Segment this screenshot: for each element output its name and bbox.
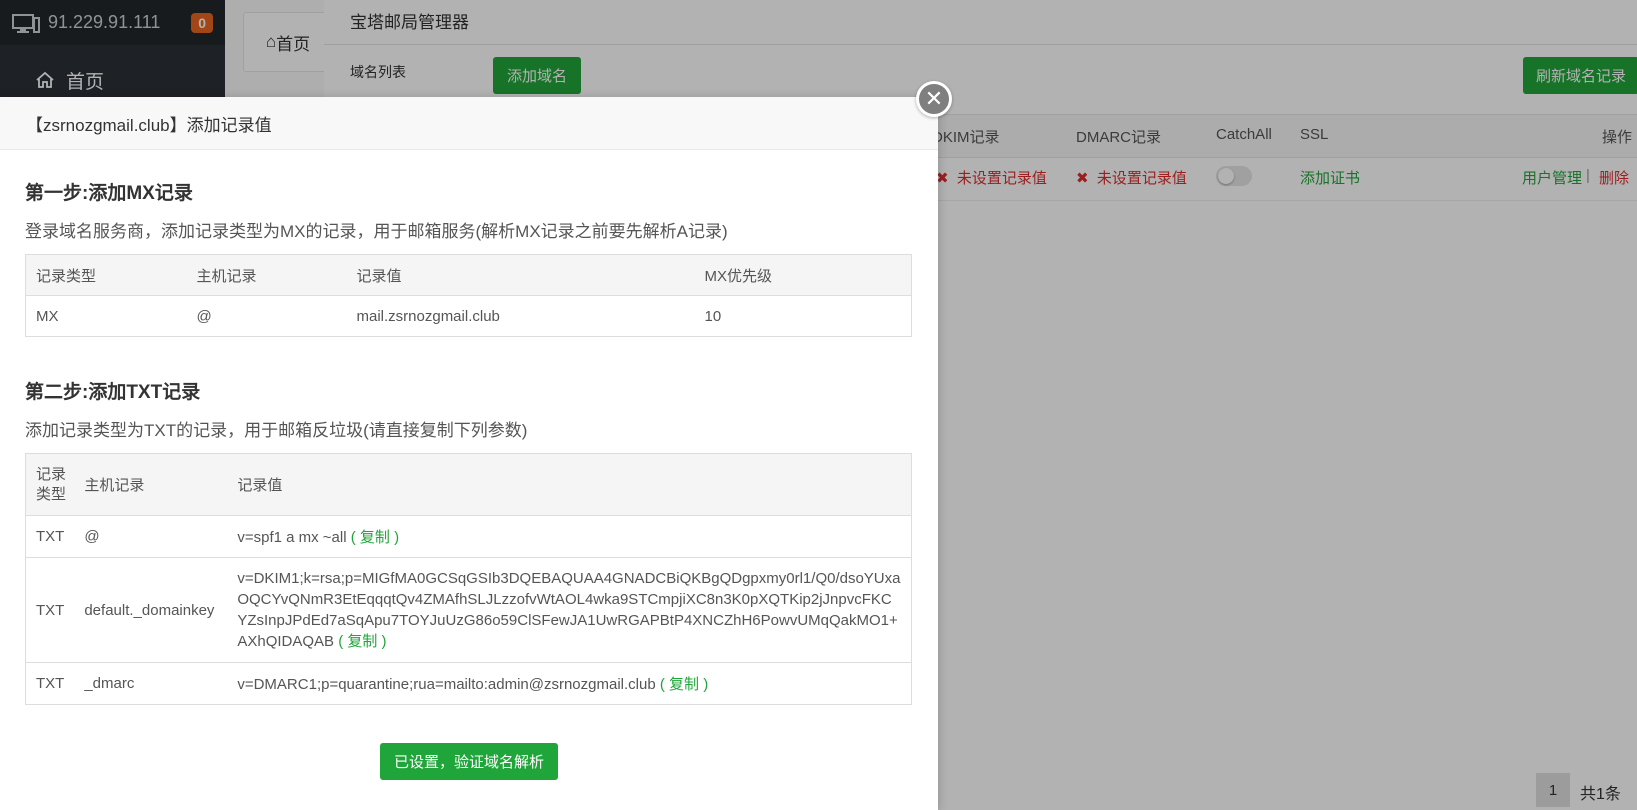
txt-type: TXT: [25, 515, 75, 558]
copy-dmarc-button[interactable]: ( 复制 ): [660, 676, 708, 693]
mx-col-host: 主机记录: [186, 254, 347, 296]
table-row: TXT default._domainkey v=DKIM1;k=rsa;p=M…: [25, 557, 912, 663]
txt-value-cell: v=DKIM1;k=rsa;p=MIGfMA0GCSqGSIb3DQEBAQUA…: [227, 557, 912, 663]
table-row: TXT @ v=spf1 a mx ~all ( 复制 ): [25, 515, 912, 558]
txt-type: TXT: [25, 662, 75, 705]
mx-priority: 10: [694, 295, 912, 337]
step2-description: 添加记录类型为TXT的记录，用于邮箱反垃圾(请直接复制下列参数): [25, 421, 528, 440]
mx-type: MX: [25, 295, 187, 337]
table-row: TXT _dmarc v=DMARC1;p=quarantine;rua=mai…: [25, 662, 912, 705]
table-row: MX @ mail.zsrnozgmail.club 10: [25, 295, 912, 337]
spf-value: v=spf1 a mx ~all: [237, 529, 347, 546]
txt-type: TXT: [25, 557, 75, 663]
txt-col-type: 记录类型: [25, 453, 75, 516]
add-record-dialog: 【zsrnozgmail.club】添加记录值 第一步:添加MX记录 登录域名服…: [0, 97, 938, 810]
verify-dns-button[interactable]: 已设置，验证域名解析: [380, 743, 558, 780]
txt-col-value: 记录值: [227, 453, 912, 516]
mx-col-value: 记录值: [346, 254, 695, 296]
mx-value: mail.zsrnozgmail.club: [346, 295, 695, 337]
txt-value-cell: v=DMARC1;p=quarantine;rua=mailto:admin@z…: [227, 662, 912, 705]
mx-record-table: 记录类型 主机记录 记录值 MX优先级 MX @ mail.zsrnozgmai…: [25, 254, 912, 337]
step2-title: 第二步:添加TXT记录: [25, 382, 201, 403]
txt-value-cell: v=spf1 a mx ~all ( 复制 ): [227, 515, 912, 558]
copy-spf-button[interactable]: ( 复制 ): [351, 529, 399, 546]
mx-col-type: 记录类型: [25, 254, 187, 296]
dmarc-value: v=DMARC1;p=quarantine;rua=mailto:admin@z…: [237, 676, 656, 693]
dialog-title: 【zsrnozgmail.club】添加记录值: [0, 97, 938, 150]
mx-host: @: [186, 295, 347, 337]
txt-host: @: [74, 515, 228, 558]
txt-col-host: 主机记录: [74, 453, 228, 516]
dkim-value: v=DKIM1;k=rsa;p=MIGfMA0GCSqGSIb3DQEBAQUA…: [237, 570, 901, 650]
txt-host: _dmarc: [74, 662, 228, 705]
step1-title: 第一步:添加MX记录: [25, 183, 193, 204]
txt-record-table: 记录类型 主机记录 记录值 TXT @ v=spf1 a mx ~all ( 复…: [25, 453, 912, 705]
close-icon[interactable]: ✕: [916, 81, 952, 117]
txt-host: default._domainkey: [74, 557, 228, 663]
step1-description: 登录域名服务商，添加记录类型为MX的记录，用于邮箱服务(解析MX记录之前要先解析…: [25, 222, 728, 241]
copy-dkim-button[interactable]: ( 复制 ): [338, 633, 386, 650]
mx-col-priority: MX优先级: [694, 254, 912, 296]
